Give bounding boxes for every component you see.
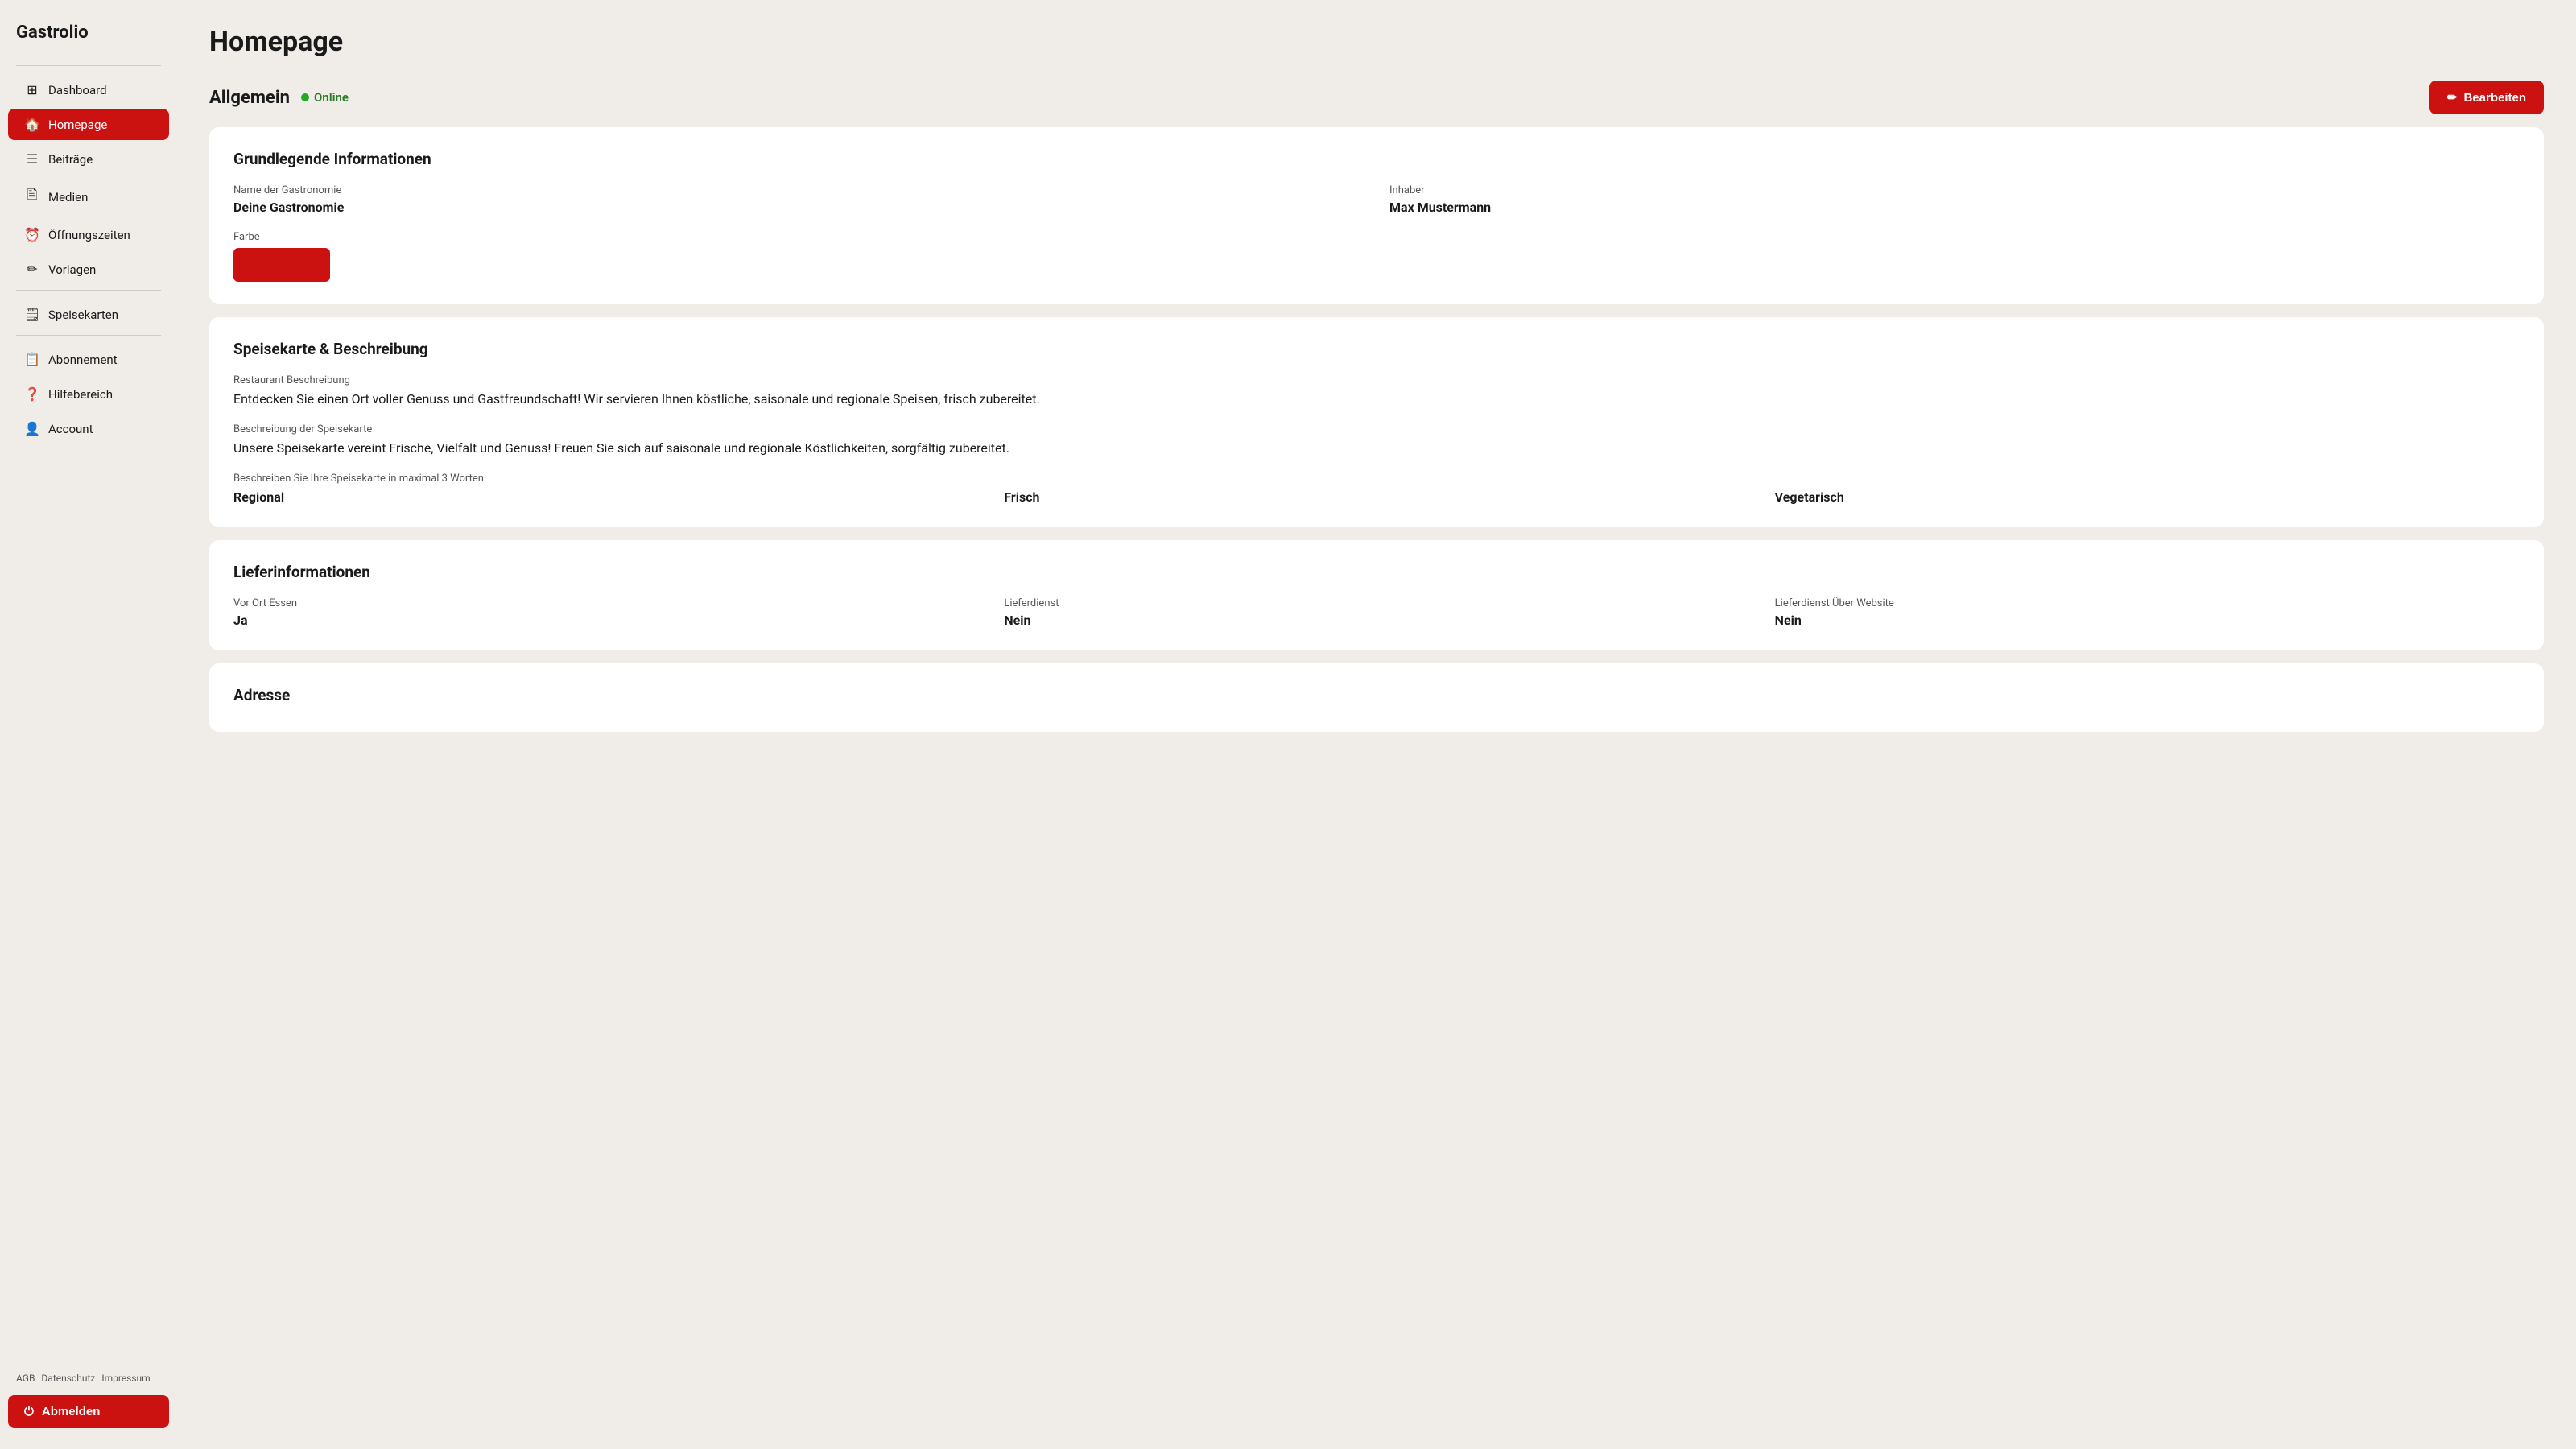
dashboard-icon: ⊞	[24, 82, 40, 97]
value-lieferdienst: Nein	[1004, 613, 1748, 628]
value-speisekarte-beschreibung: Unsere Speisekarte vereint Frische, Viel…	[233, 439, 2520, 458]
card-adresse: Adresse	[209, 663, 2544, 732]
farbe-section: Farbe	[233, 231, 2520, 282]
sidebar-item-dashboard[interactable]: ⊞ Dashboard	[8, 74, 169, 105]
value-gastronomie-name: Deine Gastronomie	[233, 200, 1364, 215]
sidebar-item-speisekarten[interactable]: 🗒 Speisekarten	[8, 299, 169, 330]
section-header-left: Allgemein Online	[209, 88, 349, 108]
label-gastronomie-name: Name der Gastronomie	[233, 184, 1364, 196]
hilfebereich-icon: ❓	[24, 386, 40, 402]
label-lieferdienst-website: Lieferdienst Über Website	[1775, 597, 2520, 609]
sidebar-label-medien: Medien	[48, 190, 88, 204]
edit-button-label: Bearbeiten	[2463, 91, 2526, 105]
sidebar-item-oeffnungszeiten[interactable]: ⏰ Öffnungszeiten	[8, 219, 169, 250]
logout-label: Abmelden	[42, 1405, 101, 1418]
datenschutz-link[interactable]: Datenschutz	[41, 1373, 95, 1384]
sidebar-item-abonnement[interactable]: 📋 Abonnement	[8, 344, 169, 375]
sidebar: Gastrolio ⊞ Dashboard 🏠 Homepage ☰ Beitr…	[0, 0, 177, 1449]
field-speisekarte-woerter: Beschreiben Sie Ihre Speisekarte in maxi…	[233, 473, 2520, 505]
app-logo: Gastrolio	[0, 23, 177, 62]
card-title-lieferinfo: Lieferinformationen	[233, 563, 2520, 581]
wort-1: Regional	[233, 489, 978, 505]
pencil-icon: ✏	[2447, 90, 2458, 105]
sidebar-label-oeffnungszeiten: Öffnungszeiten	[48, 228, 130, 242]
card-title-grundlegende: Grundlegende Informationen	[233, 150, 2520, 168]
sidebar-item-vorlagen[interactable]: ✏ Vorlagen	[8, 254, 169, 285]
value-inhaber: Max Mustermann	[1389, 200, 2520, 215]
logout-icon: ⏻	[24, 1405, 34, 1418]
value-vor-ort: Ja	[233, 613, 978, 628]
sidebar-label-dashboard: Dashboard	[48, 83, 107, 97]
label-vor-ort: Vor Ort Essen	[233, 597, 978, 609]
sidebar-label-account: Account	[48, 422, 93, 436]
woerter-grid: Regional Frisch Vegetarisch	[233, 489, 2520, 505]
sidebar-item-homepage[interactable]: 🏠 Homepage	[8, 109, 169, 140]
sidebar-label-speisekarten: Speisekarten	[48, 308, 118, 322]
page-title: Homepage	[209, 26, 2544, 58]
sidebar-item-beitraege[interactable]: ☰ Beiträge	[8, 143, 169, 175]
oeffnungszeiten-icon: ⏰	[24, 227, 40, 242]
sidebar-footer: AGB Datenschutz Impressum ⏻ Abmelden	[0, 1366, 177, 1433]
homepage-icon: 🏠	[24, 117, 40, 132]
sidebar-item-hilfebereich[interactable]: ❓ Hilfebereich	[8, 378, 169, 410]
label-farbe: Farbe	[233, 231, 2520, 243]
card-title-adresse: Adresse	[233, 686, 2520, 704]
abonnement-icon: 📋	[24, 352, 40, 367]
value-restaurant-beschreibung: Entdecken Sie einen Ort voller Genuss un…	[233, 390, 2520, 409]
grundlegende-grid: Name der Gastronomie Deine Gastronomie I…	[233, 184, 2520, 215]
card-speisekarte: Speisekarte & Beschreibung Restaurant Be…	[209, 317, 2544, 527]
field-inhaber: Inhaber Max Mustermann	[1389, 184, 2520, 215]
card-title-speisekarte: Speisekarte & Beschreibung	[233, 340, 2520, 358]
status-dot	[301, 93, 309, 101]
field-restaurant-beschreibung: Restaurant Beschreibung Entdecken Sie ei…	[233, 374, 2520, 409]
lieferinfo-grid: Vor Ort Essen Ja Lieferdienst Nein Liefe…	[233, 597, 2520, 628]
label-inhaber: Inhaber	[1389, 184, 2520, 196]
sidebar-item-account[interactable]: 👤 Account	[8, 413, 169, 444]
sidebar-label-beitraege: Beiträge	[48, 152, 93, 167]
section-title: Allgemein	[209, 88, 290, 108]
speisekarten-icon: 🗒	[24, 307, 40, 322]
agb-link[interactable]: AGB	[16, 1373, 35, 1384]
account-icon: 👤	[24, 421, 40, 436]
logout-button[interactable]: ⏻ Abmelden	[8, 1395, 169, 1428]
section-header: Allgemein Online ✏ Bearbeiten	[209, 80, 2544, 114]
wort-2: Frisch	[1004, 489, 1748, 505]
sidebar-label-vorlagen: Vorlagen	[48, 262, 96, 277]
field-gastronomie-name: Name der Gastronomie Deine Gastronomie	[233, 184, 1364, 215]
footer-links: AGB Datenschutz Impressum	[0, 1366, 177, 1390]
label-restaurant-beschreibung: Restaurant Beschreibung	[233, 374, 2520, 386]
sidebar-divider-mid1	[16, 290, 161, 291]
sidebar-label-abonnement: Abonnement	[48, 353, 118, 367]
status-badge: Online	[301, 90, 349, 105]
impressum-link[interactable]: Impressum	[101, 1373, 150, 1384]
label-lieferdienst: Lieferdienst	[1004, 597, 1748, 609]
label-speisekarte-woerter: Beschreiben Sie Ihre Speisekarte in maxi…	[233, 473, 2520, 485]
medien-icon: 🖹	[24, 186, 40, 208]
sidebar-label-hilfebereich: Hilfebereich	[48, 387, 113, 402]
color-swatch	[233, 248, 330, 282]
card-grundlegende: Grundlegende Informationen Name der Gast…	[209, 127, 2544, 304]
card-lieferinfo: Lieferinformationen Vor Ort Essen Ja Lie…	[209, 540, 2544, 650]
field-lieferdienst: Lieferdienst Nein	[1004, 597, 1748, 628]
label-speisekarte-beschreibung: Beschreibung der Speisekarte	[233, 423, 2520, 436]
sidebar-label-homepage: Homepage	[48, 118, 107, 132]
beitraege-icon: ☰	[24, 151, 40, 167]
main-content: Homepage Allgemein Online ✏ Bearbeiten G…	[177, 0, 2576, 1449]
edit-button[interactable]: ✏ Bearbeiten	[2429, 80, 2544, 114]
sidebar-divider-top	[16, 65, 161, 66]
sidebar-item-medien[interactable]: 🖹 Medien	[8, 178, 169, 216]
value-lieferdienst-website: Nein	[1775, 613, 2520, 628]
field-vor-ort: Vor Ort Essen Ja	[233, 597, 978, 628]
field-speisekarte-beschreibung: Beschreibung der Speisekarte Unsere Spei…	[233, 423, 2520, 458]
wort-3: Vegetarisch	[1775, 489, 2520, 505]
sidebar-divider-mid2	[16, 335, 161, 336]
field-lieferdienst-website: Lieferdienst Über Website Nein	[1775, 597, 2520, 628]
vorlagen-icon: ✏	[24, 262, 40, 277]
status-label: Online	[314, 90, 349, 105]
